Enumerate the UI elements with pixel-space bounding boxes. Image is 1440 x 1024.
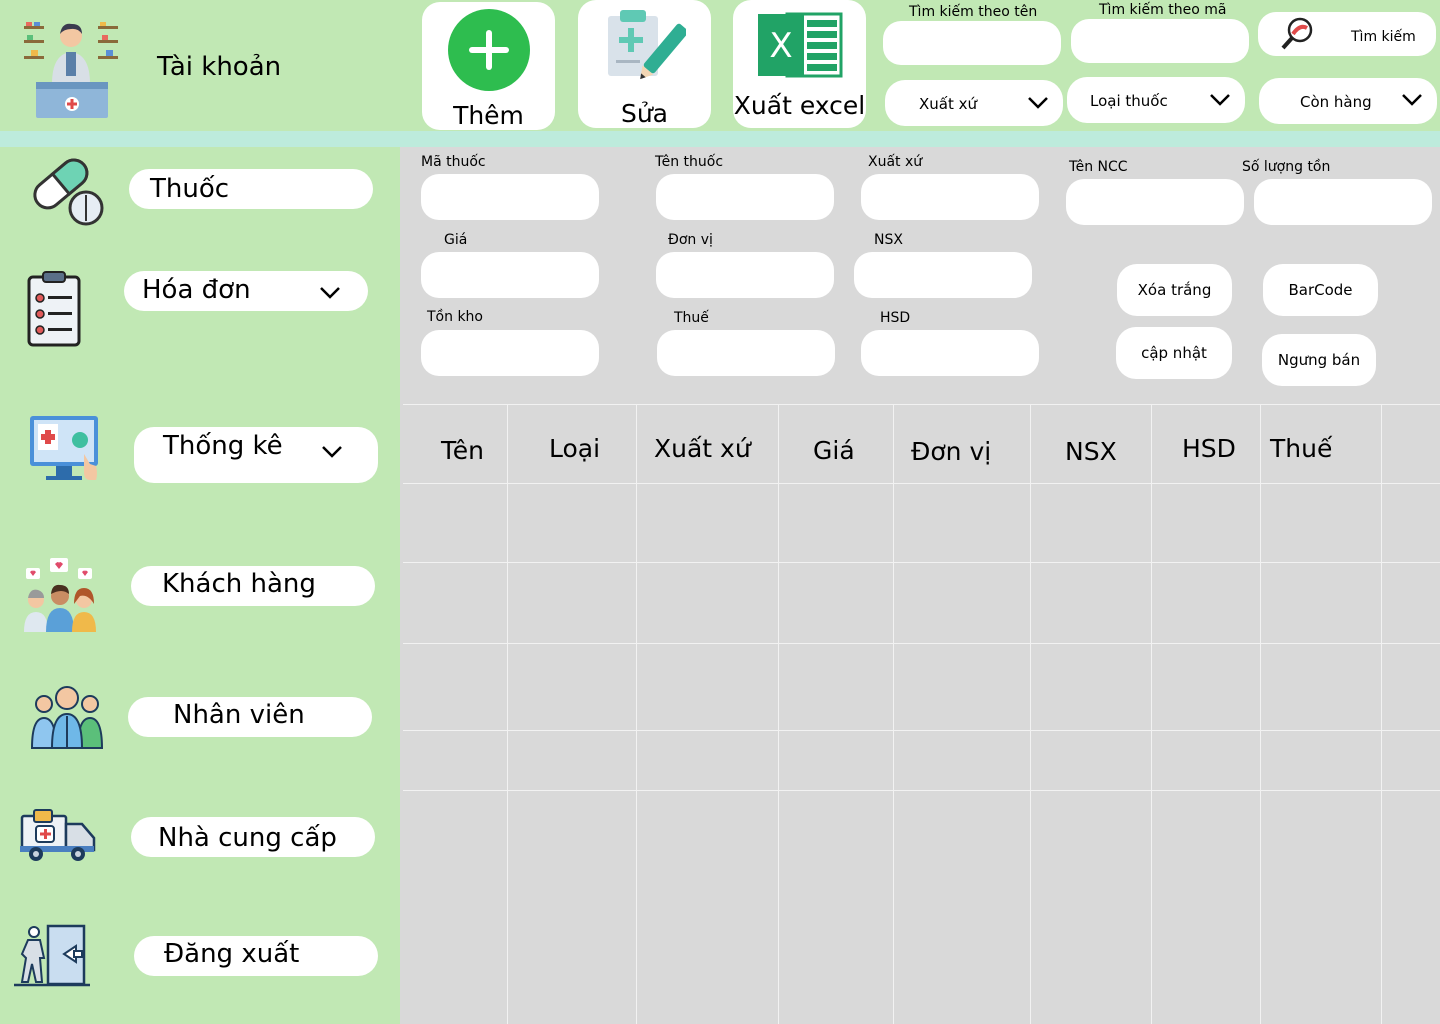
export-excel-button[interactable]: X Xuất excel bbox=[733, 0, 866, 128]
nav-nha-cung-cap[interactable]: Nhà cung cấp bbox=[131, 817, 375, 857]
chevron-down-icon bbox=[320, 287, 340, 299]
nsx-input[interactable] bbox=[854, 252, 1032, 298]
search-by-name-input[interactable] bbox=[883, 21, 1061, 65]
divider-band bbox=[0, 131, 1440, 147]
column-header-xuat-xu[interactable]: Xuất xứ bbox=[654, 434, 751, 463]
ten-ncc-input[interactable] bbox=[1066, 179, 1244, 225]
staff-icon bbox=[30, 686, 104, 749]
delivery-truck-icon bbox=[20, 809, 96, 861]
nav-thuoc-label: Thuốc bbox=[150, 174, 230, 204]
nav-thong-ke[interactable]: Thống kê bbox=[134, 427, 378, 483]
add-button[interactable]: Thêm bbox=[422, 2, 555, 130]
xuat-xu-input[interactable] bbox=[861, 174, 1039, 220]
update-button[interactable]: cập nhật bbox=[1116, 327, 1232, 379]
chevron-down-icon bbox=[1210, 94, 1230, 106]
nav-dang-xuat[interactable]: Đăng xuất bbox=[134, 936, 378, 976]
search-by-code-input[interactable] bbox=[1071, 19, 1249, 63]
nav-nha-cung-cap-label: Nhà cung cấp bbox=[158, 823, 337, 853]
so-luong-ton-input[interactable] bbox=[1254, 179, 1432, 225]
svg-text:X: X bbox=[769, 26, 792, 66]
don-vi-input[interactable] bbox=[656, 252, 834, 298]
nav-khach-hang[interactable]: Khách hàng bbox=[131, 566, 375, 606]
nav-khach-hang-label: Khách hàng bbox=[162, 569, 316, 599]
stock-filter[interactable]: Còn hàng bbox=[1259, 78, 1437, 124]
nav-thong-ke-label: Thống kê bbox=[163, 431, 283, 461]
logout-icon bbox=[14, 924, 90, 987]
export-excel-label: Xuất excel bbox=[733, 91, 866, 120]
clear-button[interactable]: Xóa trắng bbox=[1117, 264, 1232, 316]
ton-kho-input[interactable] bbox=[421, 330, 599, 376]
column-header-gia[interactable]: Giá bbox=[813, 436, 855, 465]
chevron-down-icon bbox=[1402, 94, 1422, 106]
column-header-don-vi[interactable]: Đơn vị bbox=[911, 437, 991, 466]
column-header-ten[interactable]: Tên bbox=[441, 436, 484, 465]
nav-nhan-vien-label: Nhân viên bbox=[173, 700, 305, 730]
nav-nhan-vien[interactable]: Nhân viên bbox=[128, 697, 372, 737]
statistics-icon bbox=[30, 416, 98, 480]
customers-icon bbox=[24, 558, 96, 632]
account-label[interactable]: Tài khoản bbox=[157, 54, 281, 80]
search-by-code-label: Tìm kiếm theo mã bbox=[1099, 2, 1227, 18]
nav-hoa-don[interactable]: Hóa đơn bbox=[124, 271, 368, 311]
search-by-name-label: Tìm kiếm theo tên bbox=[909, 4, 1038, 20]
origin-filter-value: Xuất xứ bbox=[919, 95, 978, 113]
chevron-down-icon bbox=[1028, 97, 1048, 109]
hsd-input[interactable] bbox=[861, 330, 1039, 376]
search-button[interactable]: Tìm kiếm bbox=[1258, 12, 1436, 56]
add-button-label: Thêm bbox=[453, 101, 524, 130]
thue-input[interactable] bbox=[657, 330, 835, 376]
ten-ncc-label: Tên NCC bbox=[1069, 159, 1128, 175]
magnifier-icon bbox=[1281, 17, 1313, 50]
nav-dang-xuat-label: Đăng xuất bbox=[164, 939, 300, 969]
origin-filter[interactable]: Xuất xứ bbox=[885, 80, 1063, 126]
stop-sell-button[interactable]: Ngưng bán bbox=[1262, 334, 1376, 386]
column-header-hsd[interactable]: HSD bbox=[1182, 434, 1236, 463]
chevron-down-icon bbox=[322, 446, 342, 458]
hsd-label: HSD bbox=[880, 310, 911, 326]
invoice-icon bbox=[27, 271, 81, 347]
pill-icon bbox=[33, 158, 104, 226]
thue-label: Thuế bbox=[674, 310, 709, 326]
gia-label: Giá bbox=[444, 232, 468, 248]
column-header-thue[interactable]: Thuế bbox=[1270, 434, 1332, 463]
ton-kho-label: Tồn kho bbox=[427, 309, 483, 325]
search-button-label: Tìm kiếm bbox=[1351, 29, 1416, 45]
barcode-button[interactable]: BarCode bbox=[1263, 264, 1378, 316]
stock-filter-value: Còn hàng bbox=[1300, 93, 1372, 111]
clipboard-edit-icon bbox=[608, 10, 686, 80]
plus-circle-icon bbox=[448, 9, 530, 91]
drug-type-filter[interactable]: Loại thuốc bbox=[1067, 77, 1245, 123]
ma-thuoc-label: Mã thuốc bbox=[421, 154, 486, 170]
column-header-loai[interactable]: Loại bbox=[549, 434, 600, 463]
xuat-xu-label: Xuất xứ bbox=[868, 154, 923, 170]
edit-button-label: Sửa bbox=[620, 99, 669, 128]
drug-type-filter-value: Loại thuốc bbox=[1090, 92, 1168, 110]
nav-hoa-don-label: Hóa đơn bbox=[142, 275, 251, 305]
so-luong-ton-label: Số lượng tồn bbox=[1242, 159, 1331, 175]
column-header-nsx[interactable]: NSX bbox=[1065, 437, 1117, 466]
pharmacist-icon bbox=[24, 22, 118, 118]
excel-icon: X bbox=[758, 12, 843, 78]
ten-thuoc-label: Tên thuốc bbox=[655, 154, 724, 170]
nav-thuoc[interactable]: Thuốc bbox=[129, 169, 373, 209]
gia-input[interactable] bbox=[421, 252, 599, 298]
ma-thuoc-input[interactable] bbox=[421, 174, 599, 220]
edit-button[interactable]: Sửa bbox=[578, 0, 711, 128]
don-vi-label: Đơn vị bbox=[668, 232, 713, 248]
nsx-label: NSX bbox=[874, 232, 903, 248]
ten-thuoc-input[interactable] bbox=[656, 174, 834, 220]
